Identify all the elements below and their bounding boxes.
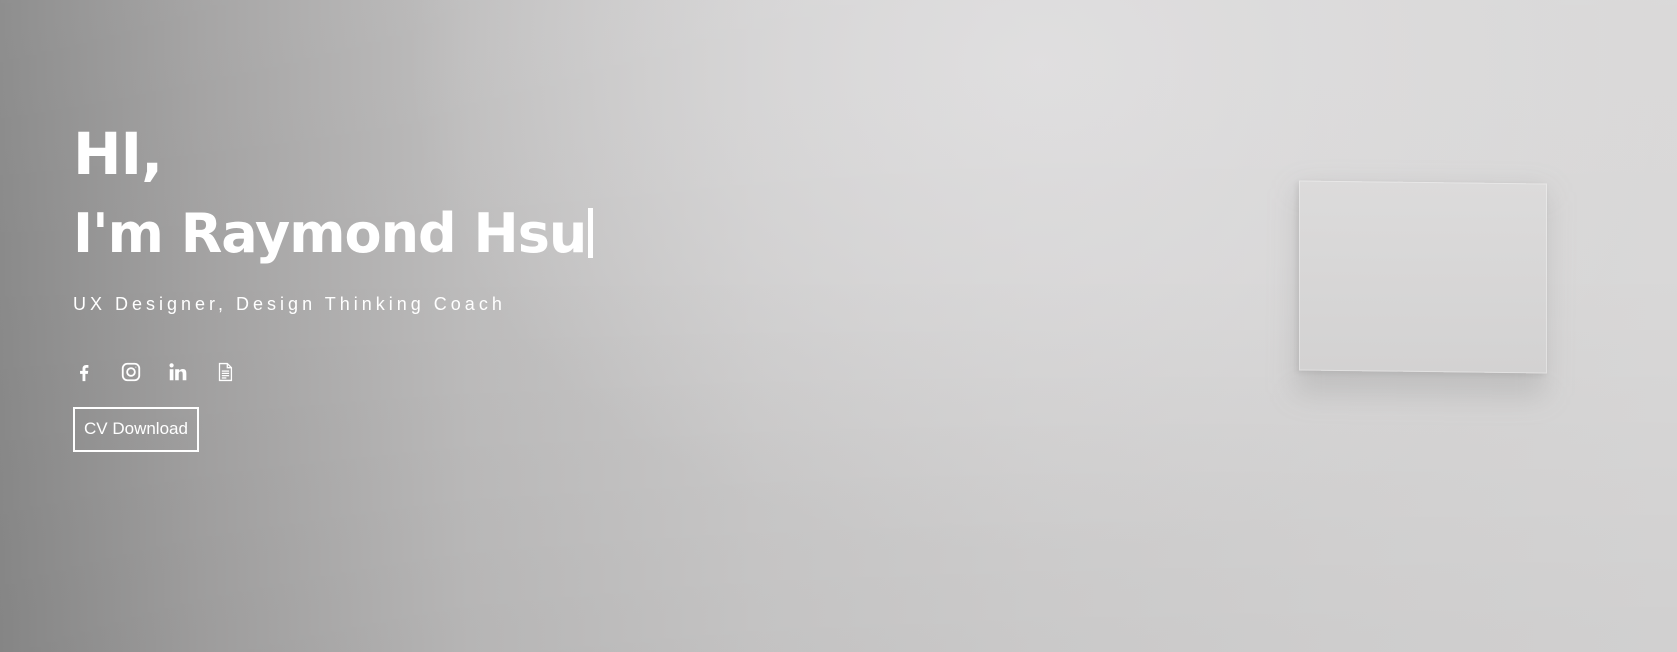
name-heading: I'm Raymond Hsu <box>73 196 594 272</box>
social-links <box>73 361 593 383</box>
greeting-heading: HI, <box>73 120 163 188</box>
wall-frame-image <box>1299 180 1547 374</box>
facebook-icon[interactable] <box>73 361 95 383</box>
cv-download-button[interactable]: CV Download <box>73 407 199 452</box>
instagram-icon[interactable] <box>120 361 142 383</box>
document-icon[interactable] <box>214 361 236 383</box>
hero-content: HI, I'm Raymond Hsu UX Designer, Design … <box>73 112 594 452</box>
linkedin-icon[interactable] <box>167 361 189 383</box>
tagline: UX Designer, Design Thinking Coach <box>73 294 506 314</box>
typing-cursor <box>588 208 594 258</box>
name-text: I'm Raymond Hsu <box>73 202 587 265</box>
